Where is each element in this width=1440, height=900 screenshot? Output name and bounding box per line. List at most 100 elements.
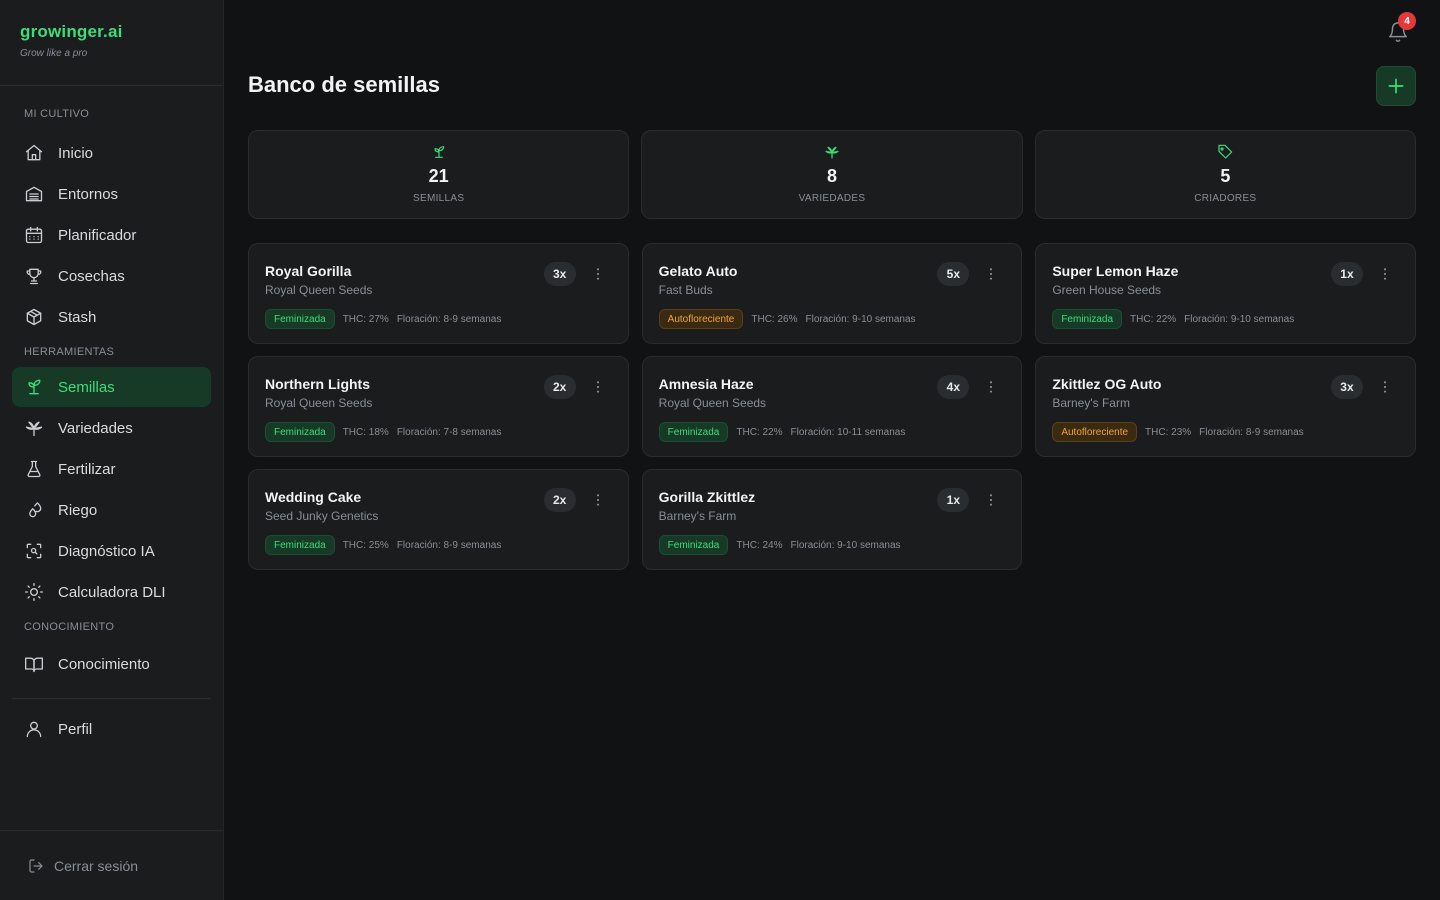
sidebar-item-perfil[interactable]: Perfil [12,709,211,749]
sidebar-item-diagnostico-ia[interactable]: Diagnóstico IA [12,531,211,571]
main-content: 4 Banco de semillas 21 SEMILLAS 8 VARIED… [224,0,1440,900]
seed-type-chip: Feminizada [265,535,335,555]
stat-label: SEMILLAS [413,193,465,204]
sidebar-item-label: Conocimiento [58,655,150,673]
seed-grid: Royal Gorilla Royal Queen Seeds 3x Femin… [248,243,1416,570]
plus-icon [1388,78,1404,94]
sidebar-item-label: Entornos [58,185,119,203]
brand: growinger.ai Grow like a pro [0,0,223,86]
logout-icon [29,858,43,873]
seed-quantity-badge: 2x [543,375,576,399]
stat-card-variedades: 8 VARIEDADES [641,130,1023,219]
more-vertical-icon [1383,268,1387,280]
seed-flowering: Floración: 8-9 semanas [396,313,502,325]
card-menu-button[interactable] [1375,377,1395,397]
card-menu-button[interactable] [1375,264,1395,284]
seed-quantity-badge: 4x [937,375,970,399]
sidebar-item-fertilizar[interactable]: Fertilizar [12,449,211,489]
card-menu-button[interactable] [588,377,608,397]
seed-card[interactable]: Amnesia Haze Royal Queen Seeds 4x Femini… [641,356,1023,457]
seed-flowering: Floración: 9-10 semanas [805,313,916,325]
seed-card[interactable]: Gorilla Zkittlez Barney's Farm 1x Femini… [641,469,1023,570]
sidebar-item-label: Perfil [58,720,93,738]
sidebar-item-calculadora-dli[interactable]: Calculadora DLI [12,572,211,612]
seed-type-chip: Feminizada [1052,309,1123,329]
leaf-icon [25,421,43,437]
seed-type-chip: Feminizada [658,422,729,442]
seed-quantity-badge: 1x [937,488,970,512]
sidebar-item-label: Cosechas [58,267,125,285]
seed-meta: Feminizada THC: 25% Floración: 8-9 seman… [265,535,612,555]
card-menu-button[interactable] [981,490,1001,510]
seed-meta: Feminizada THC: 24% Floración: 9-10 sema… [658,535,1006,555]
seed-card[interactable]: Royal Gorilla Royal Queen Seeds 3x Femin… [248,243,629,344]
more-vertical-icon [990,268,993,280]
seed-flowering: Floración: 10-11 semanas [790,426,906,438]
seed-flowering: Floración: 9-10 semanas [1184,313,1295,325]
sidebar-item-conocimiento[interactable]: Conocimiento [12,644,211,684]
scan-icon [26,543,42,559]
sidebar-item-inicio[interactable]: Inicio [12,133,211,173]
logout-label: Cerrar sesión [54,857,139,874]
seed-thc: THC: 26% [751,313,798,325]
sidebar-item-label: Variedades [58,419,133,437]
seed-thc: THC: 23% [1145,426,1192,438]
more-vertical-icon [990,494,993,506]
notifications-button[interactable]: 4 [1384,12,1416,46]
sidebar-item-semillas[interactable]: Semillas [12,367,211,407]
card-menu-button[interactable] [588,264,608,284]
home-icon [25,144,43,161]
sidebar-item-entornos[interactable]: Entornos [12,174,211,214]
sidebar-item-label: Calculadora DLI [58,583,166,601]
card-menu-button[interactable] [588,490,608,510]
sidebar-item-cosechas[interactable]: Cosechas [12,256,211,296]
card-menu-button[interactable] [981,377,1001,397]
sidebar-item-riego[interactable]: Riego [12,490,211,530]
more-vertical-icon [596,268,599,280]
seed-meta: Feminizada THC: 18% Floración: 7-8 seman… [265,422,612,442]
logout-button[interactable]: Cerrar sesión [0,830,223,900]
seed-thc: THC: 22% [736,426,783,438]
seed-flowering: Floración: 9-10 semanas [790,539,901,551]
sidebar-item-stash[interactable]: Stash [12,297,211,337]
tent-icon [25,186,43,202]
more-vertical-icon [1383,381,1387,393]
stat-value: 21 [428,166,449,186]
leaf-icon [825,146,839,159]
add-seed-button[interactable] [1376,66,1416,106]
stat-label: VARIEDADES [798,193,866,204]
seed-quantity-badge: 3x [1330,375,1363,399]
user-icon [26,721,42,738]
seed-quantity-badge: 5x [937,262,970,286]
sidebar-item-planificador[interactable]: Planificador [12,215,211,255]
seed-meta: Autofloreciente THC: 26% Floración: 9-10… [658,309,1006,329]
seed-quantity-badge: 2x [543,488,576,512]
flask-icon [27,460,41,478]
sprout-icon [434,146,444,158]
stat-card-criadores: 5 CRIADORES [1034,130,1416,219]
sidebar-divider [12,698,211,699]
nav-section-conocimiento: CONOCIMIENTO [24,621,115,633]
seed-card[interactable]: Gelato Auto Fast Buds 5x Autofloreciente… [641,243,1023,344]
card-menu-button[interactable] [981,264,1001,284]
seed-meta: Autofloreciente THC: 23% Floración: 8-9 … [1052,422,1399,442]
more-vertical-icon [596,494,599,506]
stat-value: 8 [826,166,837,186]
seed-card[interactable]: Wedding Cake Seed Junky Genetics 2x Femi… [248,469,629,570]
seed-quantity-badge: 3x [543,262,576,286]
stat-label: CRIADORES [1194,193,1257,204]
seed-quantity-badge: 1x [1330,262,1363,286]
seed-flowering: Floración: 8-9 semanas [396,539,502,551]
sidebar-item-label: Stash [58,308,97,326]
brand-name[interactable]: growinger.ai [20,22,203,42]
seed-card[interactable]: Northern Lights Royal Queen Seeds 2x Fem… [248,356,629,457]
sidebar-item-variedades[interactable]: Variedades [12,408,211,448]
seed-meta: Feminizada THC: 27% Floración: 8-9 seman… [265,309,612,329]
sidebar-item-label: Semillas [58,378,115,396]
seed-card[interactable]: Super Lemon Haze Green House Seeds 1x Fe… [1035,243,1416,344]
seed-card[interactable]: Zkittlez OG Auto Barney's Farm 3x Autofl… [1035,356,1416,457]
stats-row: 21 SEMILLAS 8 VARIEDADES 5 CRIADORES [248,130,1416,219]
seed-meta: Feminizada THC: 22% Floración: 10-11 sem… [658,422,1006,442]
page-title: Banco de semillas [248,72,440,97]
seed-thc: THC: 25% [342,539,389,551]
